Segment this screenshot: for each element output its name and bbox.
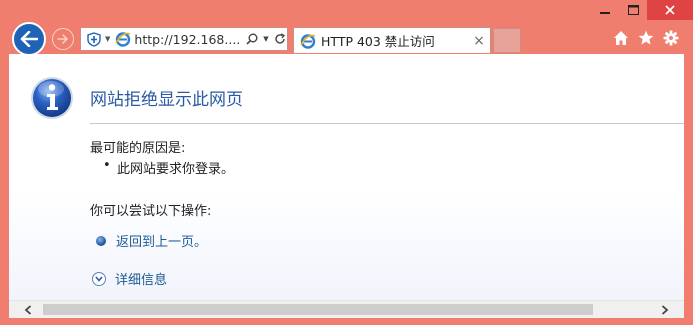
reason-heading: 最可能的原因是: (90, 141, 186, 156)
scroll-right-icon[interactable] (652, 301, 678, 318)
more-info-toggle[interactable]: 详细信息 (92, 269, 167, 288)
ie-page-icon (115, 31, 131, 47)
search-icon[interactable] (245, 33, 259, 45)
favorites-star-icon[interactable] (638, 30, 654, 46)
security-shield-icon[interactable] (83, 28, 105, 50)
forward-arrow-icon (57, 34, 68, 44)
page-title: 网站拒绝显示此网页 (90, 90, 243, 110)
minimize-icon (600, 12, 610, 14)
maximize-icon (627, 5, 639, 15)
tools-gear-icon[interactable] (663, 30, 679, 46)
new-tab-button[interactable] (493, 28, 521, 53)
tab-http-403[interactable]: HTTP 403 禁止访问 × (293, 27, 491, 53)
back-button[interactable] (12, 22, 46, 56)
divider (90, 123, 684, 124)
ie-tab-icon (300, 33, 316, 49)
window-controls (591, 0, 693, 22)
tab-title: HTTP 403 禁止访问 (321, 34, 435, 49)
more-info-label[interactable]: 详细信息 (115, 269, 167, 288)
maximize-button[interactable] (619, 0, 647, 20)
go-back-link[interactable]: 返回到上一页。 (96, 231, 207, 250)
forward-button[interactable] (52, 28, 74, 50)
close-window-button[interactable] (647, 0, 693, 20)
go-back-label[interactable]: 返回到上一页。 (116, 231, 207, 250)
window-border (0, 318, 693, 325)
scroll-left-icon[interactable] (15, 301, 41, 318)
scrollbar-thumb[interactable] (43, 304, 593, 315)
command-bar (613, 30, 679, 46)
reason-item: 此网站要求你登录。 (103, 158, 234, 177)
horizontal-scrollbar[interactable] (9, 300, 684, 318)
home-icon[interactable] (613, 30, 629, 46)
url-text[interactable]: http://192.168.... (134, 32, 245, 47)
link-bullet-icon (96, 235, 106, 246)
refresh-icon[interactable] (273, 33, 287, 45)
browser-window: ▼ http://192.168.... ▼ HTTP 403 禁止访问 × 网… (0, 0, 693, 325)
address-dropdown-icon[interactable]: ▼ (259, 35, 273, 43)
shield-dropdown-icon[interactable]: ▼ (105, 35, 110, 43)
page-content: 网站拒绝显示此网页 最可能的原因是: 此网站要求你登录。 你可以尝试以下操作: … (9, 54, 684, 300)
address-bar[interactable]: ▼ http://192.168.... ▼ (80, 27, 288, 51)
action-heading: 你可以尝试以下操作: (90, 204, 212, 219)
info-icon (31, 77, 73, 119)
close-icon (665, 5, 675, 15)
tab-close-icon[interactable]: × (468, 33, 490, 49)
minimize-button[interactable] (591, 0, 619, 20)
chevron-down-icon[interactable] (92, 271, 106, 286)
back-arrow-icon (20, 31, 38, 47)
